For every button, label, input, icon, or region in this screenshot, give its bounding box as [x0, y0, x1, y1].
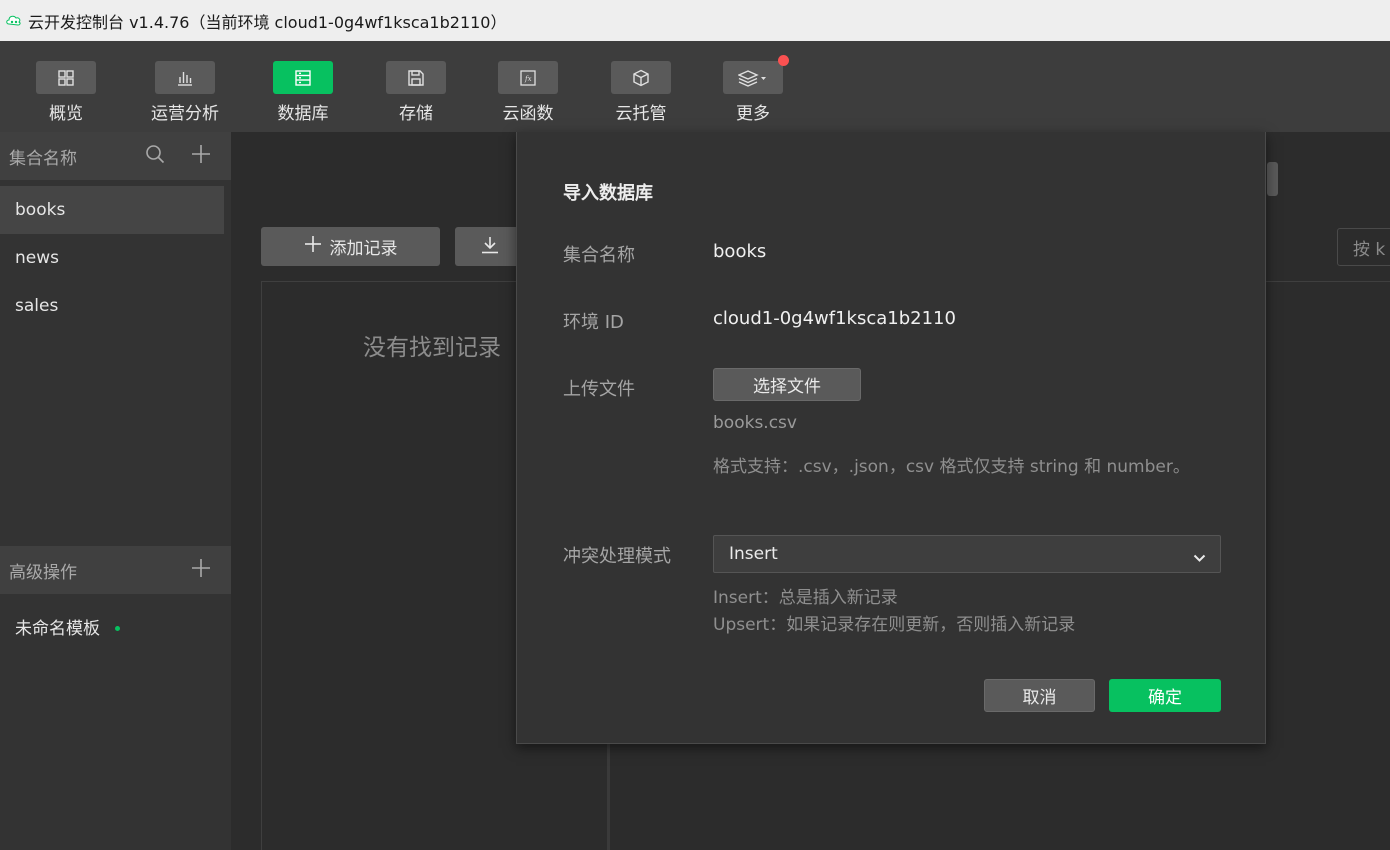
insert-hint: Insert：总是插入新记录: [713, 588, 898, 608]
toolbar-cloud-functions[interactable]: fx 云函数: [483, 61, 573, 124]
window-title: 云开发控制台 v1.4.76（当前环境 cloud1-0g4wf1ksca1b2…: [28, 12, 507, 32]
add-collection-icon[interactable]: [191, 144, 211, 169]
confirm-button[interactable]: 确定: [1109, 679, 1221, 712]
toolbar-label: 云托管: [615, 104, 667, 124]
function-icon[interactable]: fx: [498, 61, 558, 94]
selected-file-name: books.csv: [713, 413, 797, 433]
download-icon: [481, 236, 499, 258]
chevron-down-icon: [1193, 548, 1206, 568]
add-template-icon[interactable]: [191, 558, 211, 583]
upsert-hint: Upsert：如果记录存在则更新，否则插入新记录: [713, 615, 1076, 635]
toolbar-label: 云函数: [502, 104, 554, 124]
conflict-mode-select[interactable]: Insert: [713, 535, 1221, 573]
svg-text:fx: fx: [524, 75, 532, 83]
dialog-title: 导入数据库: [563, 183, 653, 204]
toolbar-cloud-hosting[interactable]: 云托管: [596, 61, 686, 124]
collection-item-sales[interactable]: sales: [0, 282, 231, 330]
top-toolbar: 概览 运营分析 数据库 存储 fx 云函数 云托管 更多: [0, 41, 1390, 132]
cancel-label: 取消: [1022, 688, 1057, 708]
grid-icon[interactable]: [36, 61, 96, 94]
toolbar-database[interactable]: 数据库: [258, 61, 348, 124]
record-search-input[interactable]: 按 k: [1337, 228, 1390, 266]
conflict-mode-label: 冲突处理模式: [563, 546, 671, 567]
collection-name-value: books: [713, 241, 767, 262]
env-id-label: 环境 ID: [563, 312, 624, 333]
confirm-label: 确定: [1148, 688, 1182, 708]
conflict-mode-value: Insert: [729, 544, 778, 564]
collections-sidebar: 集合名称 books news sales 高级操作 未命名模板: [0, 132, 231, 850]
layers-icon[interactable]: [723, 55, 789, 94]
cube-icon[interactable]: [611, 61, 671, 94]
toolbar-storage[interactable]: 存储: [371, 61, 461, 124]
notification-dot: [778, 55, 789, 66]
format-hint: 格式支持：.csv，.json，csv 格式仅支持 string 和 numbe…: [713, 457, 1190, 477]
collapsed-button[interactable]: [1267, 162, 1278, 196]
collections-header: 集合名称: [0, 132, 231, 180]
search-icon[interactable]: [145, 144, 165, 169]
floppy-disk-icon[interactable]: [386, 61, 446, 94]
search-placeholder: 按 k: [1353, 239, 1386, 260]
toolbar-analytics[interactable]: 运营分析: [140, 61, 230, 124]
collection-label: news: [15, 248, 59, 268]
toolbar-label: 数据库: [277, 104, 329, 124]
cancel-button[interactable]: 取消: [984, 679, 1095, 712]
toolbar-label: 更多: [736, 104, 770, 124]
advanced-header-label: 高级操作: [9, 562, 77, 583]
download-button[interactable]: [455, 227, 525, 266]
collection-item-books[interactable]: books: [0, 186, 224, 234]
add-record-button[interactable]: 添加记录: [261, 227, 440, 266]
toolbar-label: 存储: [399, 104, 433, 124]
bar-chart-icon[interactable]: [155, 61, 215, 94]
template-label: 未命名模板: [15, 618, 100, 639]
advanced-operations-header: 高级操作: [0, 546, 231, 594]
collection-label: sales: [15, 296, 59, 316]
import-database-dialog: 导入数据库 集合名称 books 环境 ID cloud1-0g4wf1ksca…: [516, 132, 1266, 744]
choose-file-label: 选择文件: [753, 377, 821, 397]
upload-file-label: 上传文件: [563, 379, 635, 400]
template-item[interactable]: 未命名模板: [0, 602, 231, 650]
toolbar-more[interactable]: 更多: [708, 55, 798, 124]
choose-file-button[interactable]: 选择文件: [713, 368, 861, 401]
collection-name-label: 集合名称: [563, 245, 635, 266]
empty-state-text: 没有找到记录: [363, 335, 501, 361]
toolbar-label: 概览: [49, 104, 83, 124]
env-id-value: cloud1-0g4wf1ksca1b2110: [713, 308, 956, 329]
collection-label: books: [15, 200, 66, 220]
toolbar-label: 运营分析: [151, 104, 219, 124]
collection-item-news[interactable]: news: [0, 234, 231, 282]
database-icon[interactable]: [273, 61, 333, 94]
collections-header-label: 集合名称: [9, 148, 77, 169]
plus-icon: [304, 235, 322, 258]
cloud-app-icon: [6, 14, 22, 28]
toolbar-overview[interactable]: 概览: [21, 61, 111, 124]
window-titlebar: 云开发控制台 v1.4.76（当前环境 cloud1-0g4wf1ksca1b2…: [0, 0, 1390, 41]
status-dot: [115, 625, 120, 631]
add-record-label: 添加记录: [329, 239, 398, 259]
